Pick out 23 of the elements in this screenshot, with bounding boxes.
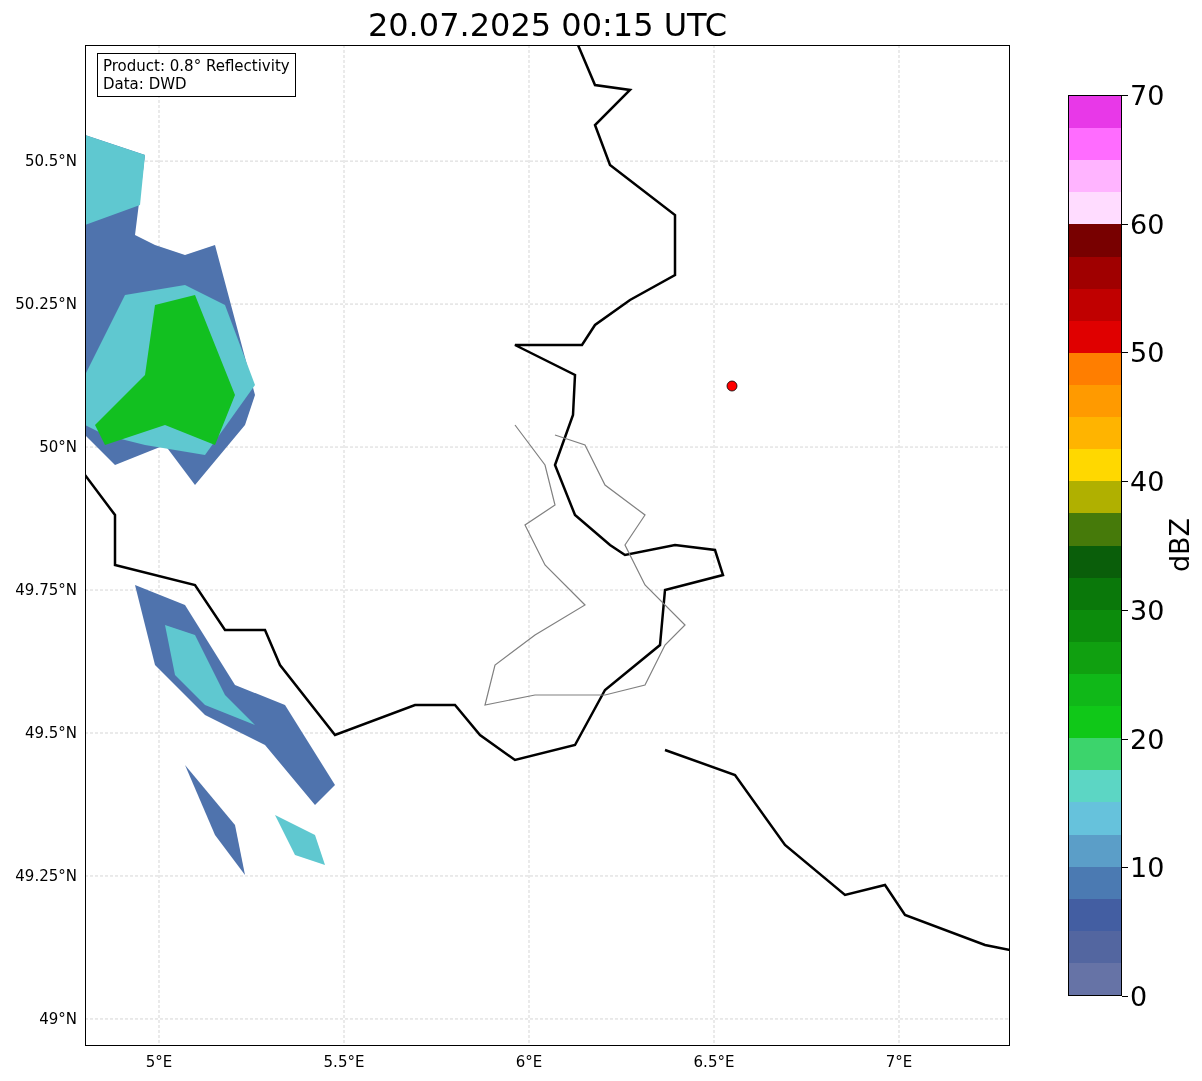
scale-tick-label: 30 bbox=[1130, 596, 1165, 624]
y-tick-label: 50°N bbox=[39, 438, 77, 457]
scale-tick-label: 60 bbox=[1130, 210, 1165, 238]
x-tick-label: 7°E bbox=[885, 1053, 913, 1071]
y-tick-label: 50.5°N bbox=[24, 152, 77, 171]
scale-tick-label: 50 bbox=[1130, 338, 1165, 366]
scale-label: dBZ bbox=[1165, 517, 1193, 573]
info-box: Product: 0.8° Reflectivity Data: DWD bbox=[97, 53, 296, 97]
x-tick-label: 6.5°E bbox=[693, 1053, 735, 1071]
chart-title: 20.07.2025 00:15 UTC bbox=[366, 5, 729, 45]
y-tick-label: 49.75°N bbox=[15, 581, 77, 600]
scale-tick-label: 20 bbox=[1130, 725, 1165, 753]
scale-tick-label: 0 bbox=[1130, 982, 1148, 1010]
y-tick-label: 49.5°N bbox=[24, 724, 77, 742]
y-tick-label: 50.25°N bbox=[15, 295, 77, 314]
y-tick-label: 49°N bbox=[39, 1009, 77, 1028]
y-tick-label: 49.25°N bbox=[15, 866, 77, 885]
x-tick-label: 5°E bbox=[145, 1053, 173, 1071]
x-tick-label: 5.5°E bbox=[323, 1053, 365, 1071]
x-tick-label: 6°E bbox=[515, 1053, 543, 1071]
scale-tick-label: 10 bbox=[1130, 853, 1165, 881]
scale-tick-label: 40 bbox=[1130, 467, 1165, 495]
scale-tick-label: 70 bbox=[1130, 81, 1165, 109]
